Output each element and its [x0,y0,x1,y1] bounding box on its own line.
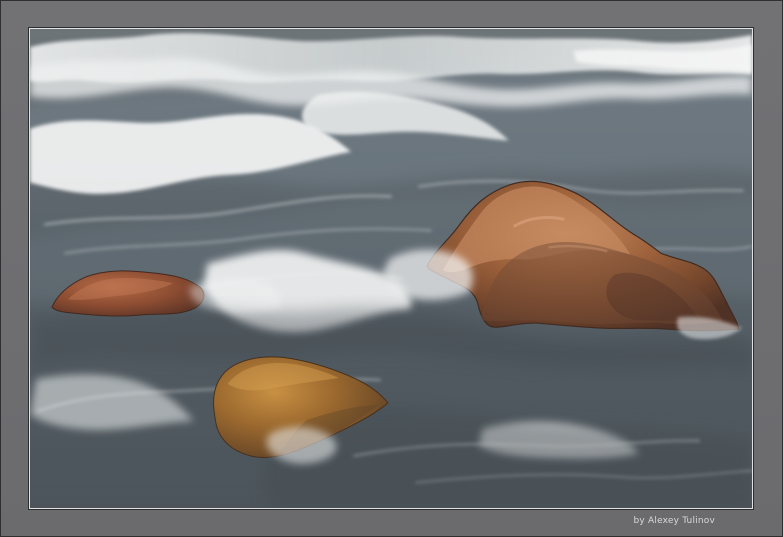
photo-frame: by Alexey Tulinov [0,0,783,537]
river-photo [30,29,752,508]
photo-credit: by Alexey Tulinov [633,516,715,526]
photo-area [29,28,753,509]
